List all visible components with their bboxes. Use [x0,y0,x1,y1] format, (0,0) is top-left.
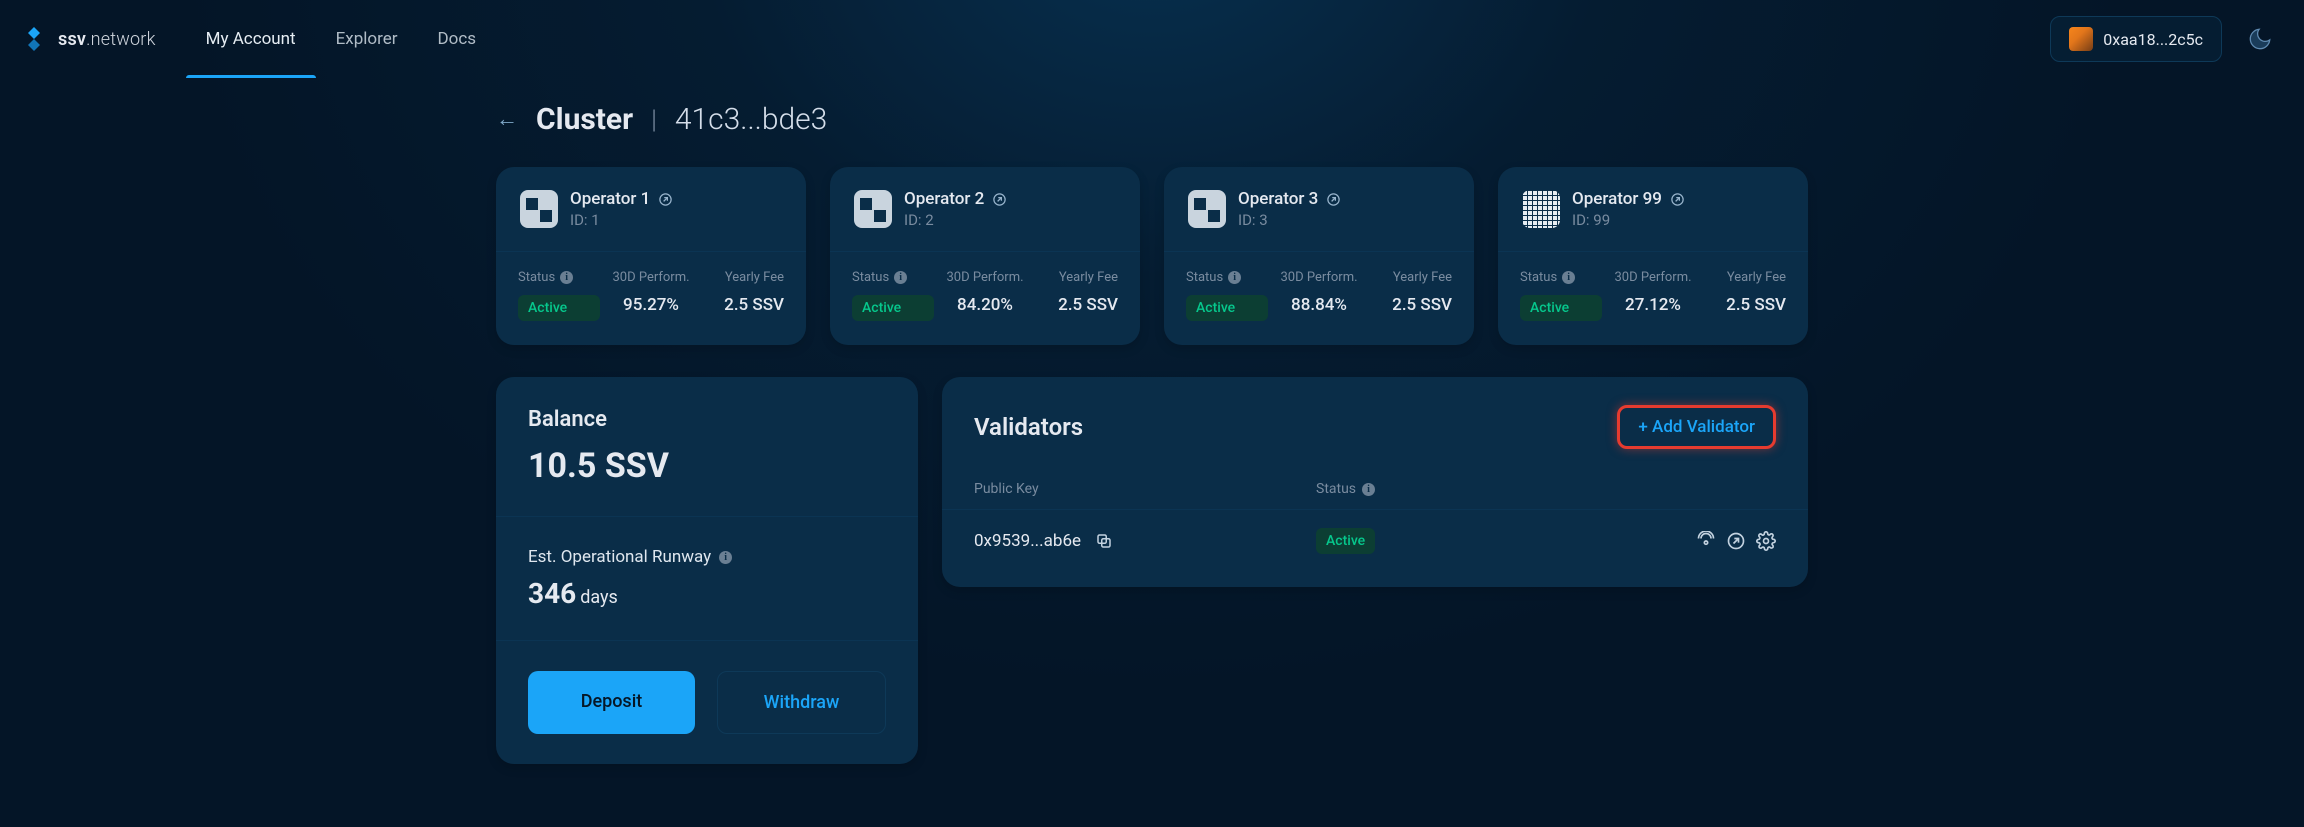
status-badge: Active [518,295,600,321]
operator-name: Operator 3 [1238,189,1318,209]
logo[interactable]: ssv.network [20,25,156,53]
withdraw-button[interactable]: Withdraw [717,671,886,734]
info-icon[interactable]: i [719,551,732,564]
deposit-button[interactable]: Deposit [528,671,695,734]
operator-avatar [1522,190,1560,228]
status-badge: Active [1186,295,1268,321]
perf-value: 88.84% [1291,295,1347,315]
status-badge: Active [852,295,934,321]
external-link-icon[interactable] [1326,192,1341,207]
balance-card: Balance 10.5 SSV Est. Operational Runway… [496,377,918,764]
validator-public-key: 0x9539...ab6e [974,531,1081,551]
fee-label: Yearly Fee [1059,270,1118,285]
breadcrumb-separator: | [651,105,657,135]
nav-docs[interactable]: Docs [417,0,496,78]
copy-icon[interactable] [1095,532,1113,550]
beacon-link-icon[interactable] [1696,531,1716,551]
validators-title: Validators [974,413,1083,441]
fee-value: 2.5 SSV [1058,295,1118,315]
perf-label: 30D Perform. [1614,270,1691,285]
breadcrumb: ← Cluster | 41c3...bde3 [0,78,2304,167]
operator-id: ID: 99 [1572,211,1685,229]
operator-id: ID: 1 [570,211,673,229]
operator-id: ID: 2 [904,211,1007,229]
nav-my-account[interactable]: My Account [186,0,316,78]
fee-value: 2.5 SSV [724,295,784,315]
perf-label: 30D Perform. [612,270,689,285]
operator-id: ID: 3 [1238,211,1341,229]
app-header: ssv.network My Account Explorer Docs 0xa… [0,0,2304,78]
status-label: Statusi [518,270,600,285]
cluster-id: 41c3...bde3 [675,102,827,137]
main-nav: My Account Explorer Docs [186,0,496,78]
validators-card: Validators + Add Validator Public Key St… [942,377,1808,587]
col-status: Status i [1316,481,1616,497]
info-icon[interactable]: i [1562,271,1575,284]
operator-avatar [854,190,892,228]
theme-toggle[interactable] [2236,15,2284,63]
balance-amount: 10.5 SSV [528,446,886,486]
page-title: Cluster [536,102,633,137]
nav-explorer[interactable]: Explorer [316,0,418,78]
back-arrow-icon[interactable]: ← [496,109,518,131]
add-validator-button[interactable]: + Add Validator [1617,405,1776,449]
col-public-key: Public Key [974,481,1316,497]
perf-label: 30D Perform. [1280,270,1357,285]
fee-label: Yearly Fee [725,270,784,285]
validator-row: 0x9539...ab6e Active [942,510,1808,572]
external-link-icon[interactable] [1670,192,1685,207]
operator-card: Operator 3 ID: 3 Statusi Active 30D Perf… [1164,167,1474,345]
runway-value: 346days [528,577,886,610]
fee-value: 2.5 SSV [1726,295,1786,315]
status-label: Statusi [852,270,934,285]
moon-icon [2247,26,2273,52]
account-address: 0xaa18...2c5c [2103,30,2203,49]
logo-text: ssv.network [58,29,156,50]
status-badge: Active [1520,295,1602,321]
metamask-icon [2069,27,2093,51]
operator-avatar [520,190,558,228]
status-label: Statusi [1520,270,1602,285]
operator-card: Operator 99 ID: 99 Statusi Active 30D Pe… [1498,167,1808,345]
runway-label: Est. Operational Runway i [528,547,886,567]
fee-label: Yearly Fee [1727,270,1786,285]
validator-status-badge: Active [1316,528,1375,554]
info-icon[interactable]: i [1228,271,1241,284]
explorer-link-icon[interactable] [1726,531,1746,551]
fee-label: Yearly Fee [1393,270,1452,285]
status-label: Statusi [1186,270,1268,285]
perf-label: 30D Perform. [946,270,1023,285]
operator-name: Operator 99 [1572,189,1662,209]
main-content: Operator 1 ID: 1 Statusi Active 30D Perf… [0,167,2304,804]
logo-icon [20,25,48,53]
info-icon[interactable]: i [560,271,573,284]
settings-icon[interactable] [1756,531,1776,551]
perf-value: 27.12% [1625,295,1681,315]
perf-value: 84.20% [957,295,1013,315]
operator-card: Operator 2 ID: 2 Statusi Active 30D Perf… [830,167,1140,345]
account-button[interactable]: 0xaa18...2c5c [2050,16,2222,62]
operators-list: Operator 1 ID: 1 Statusi Active 30D Perf… [496,167,1808,345]
operator-card: Operator 1 ID: 1 Statusi Active 30D Perf… [496,167,806,345]
operator-avatar [1188,190,1226,228]
info-icon[interactable]: i [1362,483,1375,496]
perf-value: 95.27% [623,295,679,315]
operator-name: Operator 1 [570,189,650,209]
external-link-icon[interactable] [992,192,1007,207]
info-icon[interactable]: i [894,271,907,284]
operator-name: Operator 2 [904,189,984,209]
fee-value: 2.5 SSV [1392,295,1452,315]
external-link-icon[interactable] [658,192,673,207]
balance-title: Balance [528,407,886,432]
